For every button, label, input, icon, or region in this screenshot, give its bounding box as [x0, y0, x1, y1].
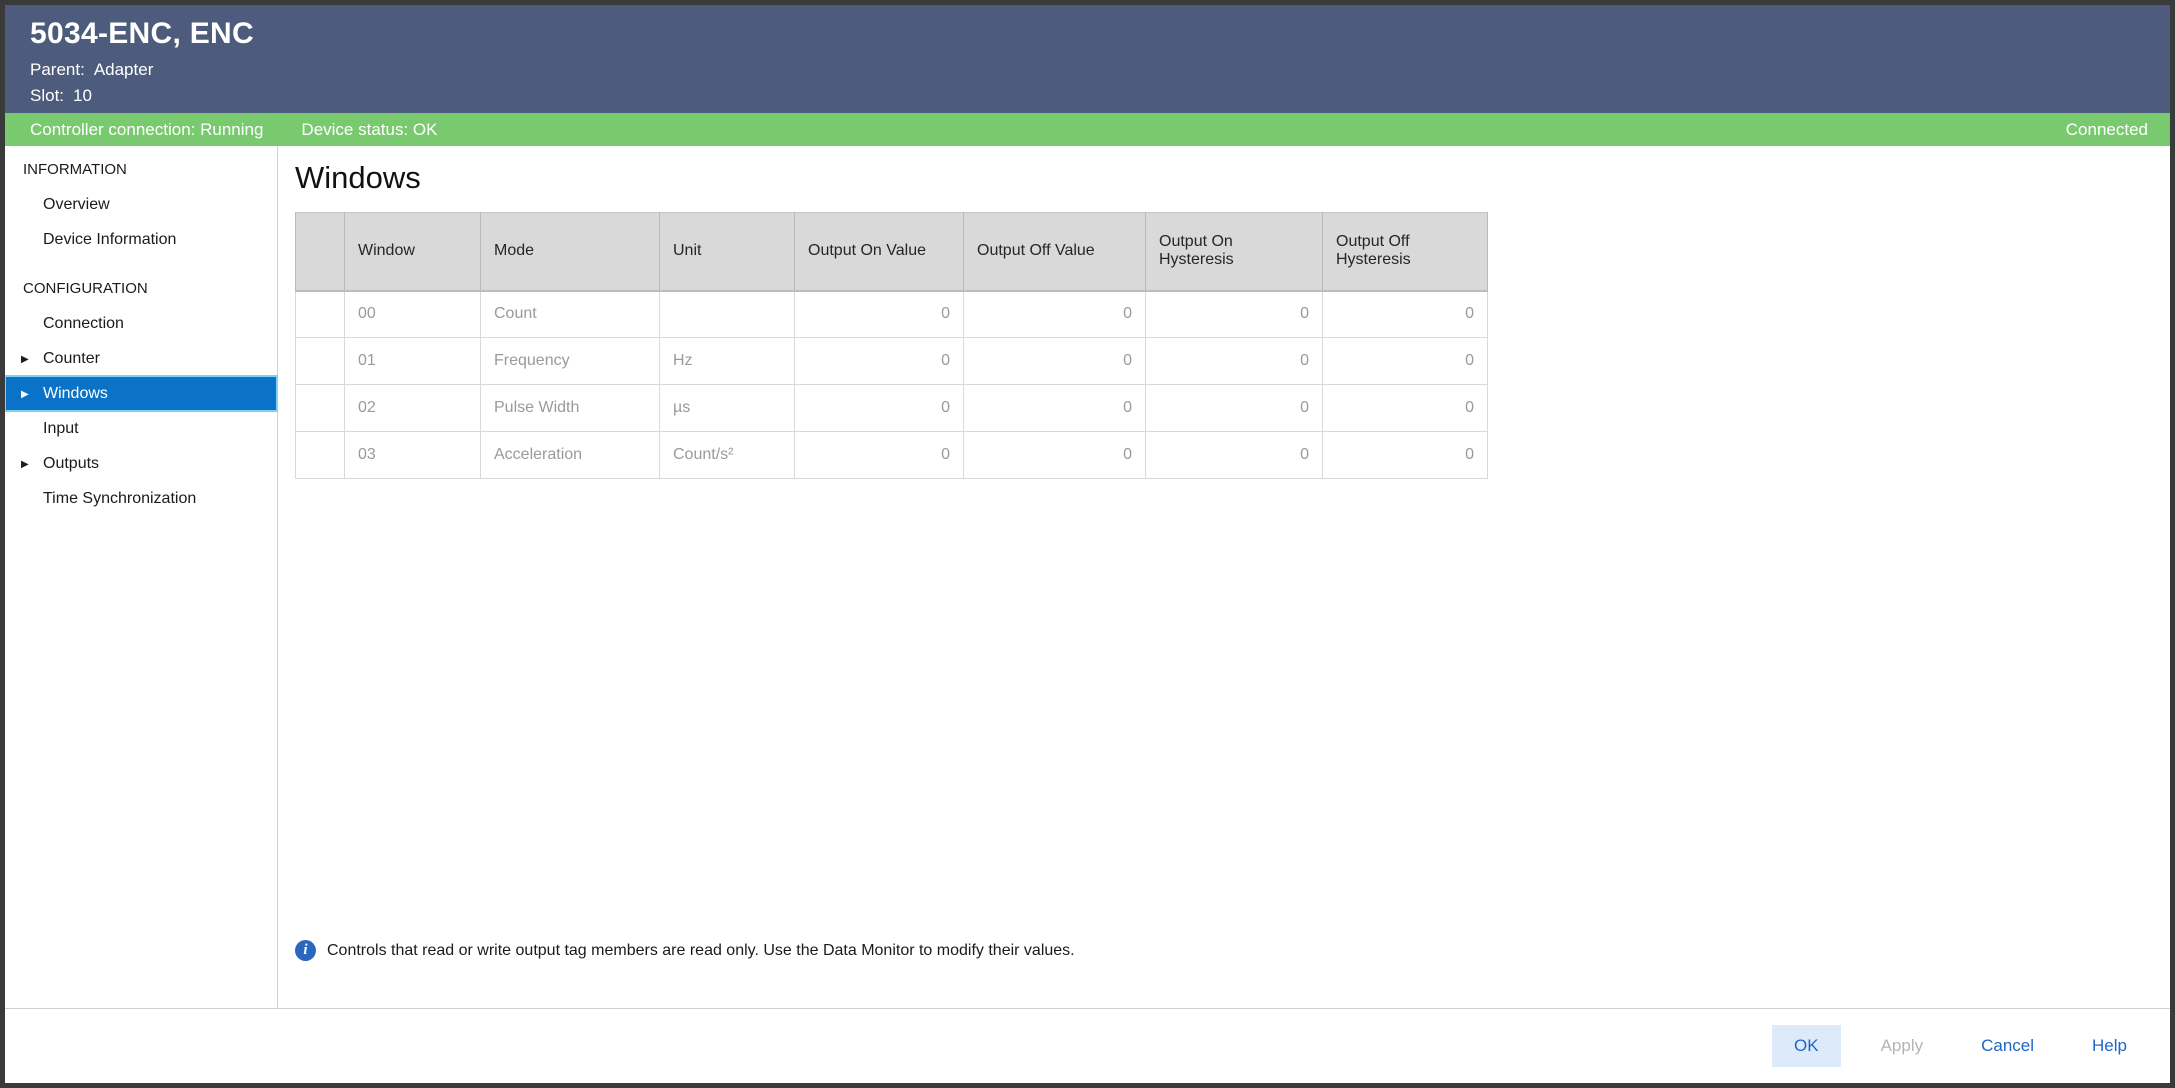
- sidebar-item-label: Counter: [43, 350, 100, 367]
- footer-bar: OK Apply Cancel Help: [5, 1008, 2170, 1083]
- cell-mode: Acceleration: [481, 432, 660, 479]
- cell-unit: [660, 291, 795, 338]
- slot-row: Slot: 10: [30, 86, 2170, 106]
- slot-value: 10: [73, 86, 92, 106]
- cancel-button[interactable]: Cancel: [1963, 1025, 2052, 1067]
- column-header-output-off-value: Output Off Value: [964, 213, 1146, 291]
- cell-output-on-hysteresis: 0: [1146, 385, 1323, 432]
- dialog-body: INFORMATION Overview Device Information …: [5, 146, 2170, 1008]
- table-header-row: Window Mode Unit Output On Value Output …: [296, 213, 1488, 291]
- sidebar-item-outputs[interactable]: ▶ Outputs: [5, 446, 277, 481]
- cell-output-off-hysteresis: 0: [1323, 291, 1488, 338]
- cell-output-on-value: 0: [795, 432, 964, 479]
- category-sidebar: INFORMATION Overview Device Information …: [5, 146, 278, 1008]
- sidebar-item-input[interactable]: Input: [5, 411, 277, 446]
- expand-arrow-icon: ▶: [21, 447, 29, 482]
- cell-mode: Frequency: [481, 338, 660, 385]
- cell-unit: Hz: [660, 338, 795, 385]
- table-row: 00 Count 0 0 0 0: [296, 291, 1488, 338]
- help-button[interactable]: Help: [2074, 1025, 2145, 1067]
- sidebar-item-label: Input: [43, 420, 79, 437]
- sidebar-item-counter[interactable]: ▶ Counter: [5, 341, 277, 376]
- parent-value: Adapter: [94, 60, 154, 80]
- connection-state-badge: Connected: [2066, 120, 2148, 140]
- table-row: 01 Frequency Hz 0 0 0 0: [296, 338, 1488, 385]
- info-icon: i: [295, 940, 316, 961]
- table-row: 02 Pulse Width µs 0 0 0 0: [296, 385, 1488, 432]
- column-header-window: Window: [345, 213, 481, 291]
- ok-button[interactable]: OK: [1772, 1025, 1841, 1067]
- cell-window: 03: [345, 432, 481, 479]
- sidebar-item-label: Windows: [43, 385, 108, 402]
- cell-window: 01: [345, 338, 481, 385]
- sidebar-item-overview[interactable]: Overview: [5, 187, 277, 222]
- expand-arrow-icon: ▶: [21, 377, 29, 412]
- parent-label: Parent:: [30, 60, 85, 80]
- controller-connection-status: Controller connection: Running: [30, 120, 263, 140]
- content-panel: Windows Window Mode Unit Output On Value…: [279, 146, 2170, 1008]
- column-header-unit: Unit: [660, 213, 795, 291]
- sidebar-item-label: Overview: [43, 196, 110, 213]
- cell-output-off-value: 0: [964, 432, 1146, 479]
- module-properties-dialog: 5034-ENC, ENC Parent: Adapter Slot: 10 C…: [0, 0, 2175, 1088]
- column-header-rowselector: [296, 213, 345, 291]
- slot-label: Slot:: [30, 86, 64, 106]
- parent-row: Parent: Adapter: [30, 60, 2170, 80]
- device-status: Device status: OK: [301, 120, 437, 140]
- sidebar-item-label: Device Information: [43, 231, 176, 248]
- windows-table: Window Mode Unit Output On Value Output …: [295, 212, 1488, 479]
- row-header-cell: [296, 432, 345, 479]
- sidebar-item-device-information[interactable]: Device Information: [5, 222, 277, 257]
- cell-mode: Count: [481, 291, 660, 338]
- cell-unit: µs: [660, 385, 795, 432]
- cell-output-off-hysteresis: 0: [1323, 432, 1488, 479]
- section-gap: [5, 257, 277, 271]
- cell-mode: Pulse Width: [481, 385, 660, 432]
- column-header-output-on-value: Output On Value: [795, 213, 964, 291]
- section-information: INFORMATION: [5, 152, 277, 187]
- cell-output-off-value: 0: [964, 385, 1146, 432]
- cell-output-off-hysteresis: 0: [1323, 385, 1488, 432]
- status-left-group: Controller connection: Running Device st…: [30, 120, 437, 140]
- cell-window: 02: [345, 385, 481, 432]
- read-only-info-note: i Controls that read or write output tag…: [295, 940, 1075, 961]
- connection-status-bar: Controller connection: Running Device st…: [5, 113, 2170, 146]
- cell-output-off-value: 0: [964, 291, 1146, 338]
- apply-button[interactable]: Apply: [1863, 1025, 1942, 1067]
- row-header-cell: [296, 385, 345, 432]
- cell-output-off-hysteresis: 0: [1323, 338, 1488, 385]
- dialog-title: 5034-ENC, ENC: [30, 17, 2170, 51]
- row-header-cell: [296, 291, 345, 338]
- row-header-cell: [296, 338, 345, 385]
- table-row: 03 Acceleration Count/s² 0 0 0 0: [296, 432, 1488, 479]
- sidebar-item-label: Outputs: [43, 455, 99, 472]
- title-bar: 5034-ENC, ENC Parent: Adapter Slot: 10: [5, 5, 2170, 113]
- column-header-output-off-hysteresis: Output Off Hysteresis: [1323, 213, 1488, 291]
- cell-output-on-value: 0: [795, 291, 964, 338]
- cell-output-on-hysteresis: 0: [1146, 291, 1323, 338]
- section-configuration: CONFIGURATION: [5, 271, 277, 306]
- page-title: Windows: [295, 160, 421, 196]
- column-header-output-on-hysteresis: Output On Hysteresis: [1146, 213, 1323, 291]
- expand-arrow-icon: ▶: [21, 342, 29, 377]
- cell-output-off-value: 0: [964, 338, 1146, 385]
- cell-unit: Count/s²: [660, 432, 795, 479]
- sidebar-item-label: Connection: [43, 315, 124, 332]
- sidebar-item-connection[interactable]: Connection: [5, 306, 277, 341]
- sidebar-item-windows[interactable]: ▶ Windows: [5, 376, 277, 411]
- cell-window: 00: [345, 291, 481, 338]
- cell-output-on-value: 0: [795, 338, 964, 385]
- sidebar-item-label: Time Synchronization: [43, 490, 196, 507]
- cell-output-on-value: 0: [795, 385, 964, 432]
- column-header-mode: Mode: [481, 213, 660, 291]
- cell-output-on-hysteresis: 0: [1146, 338, 1323, 385]
- sidebar-item-time-synchronization[interactable]: Time Synchronization: [5, 481, 277, 516]
- info-note-text: Controls that read or write output tag m…: [327, 942, 1075, 960]
- cell-output-on-hysteresis: 0: [1146, 432, 1323, 479]
